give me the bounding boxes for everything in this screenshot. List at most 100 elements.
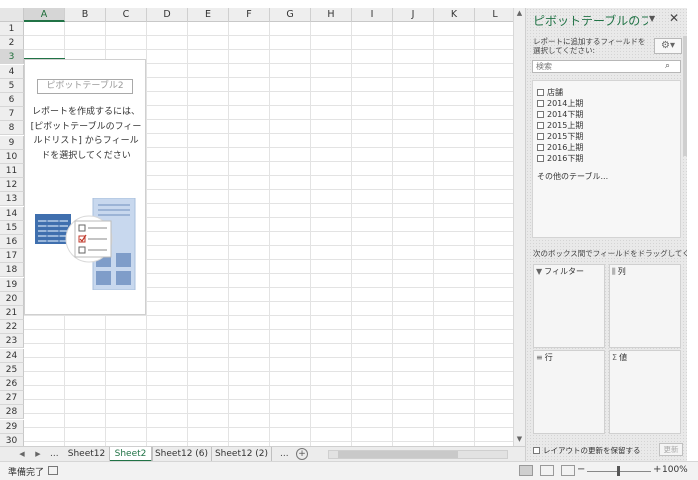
field-label: 2014下期 xyxy=(547,110,584,119)
row-header[interactable]: 20 xyxy=(0,291,24,306)
zoom-in-button[interactable]: + xyxy=(653,464,661,475)
row-header[interactable]: 8 xyxy=(0,121,24,136)
field-checkbox[interactable] xyxy=(537,122,544,129)
filter-area[interactable]: ▼ フィルター xyxy=(533,264,605,348)
add-sheet-icon[interactable]: + xyxy=(296,448,308,460)
row-header[interactable]: 7 xyxy=(0,107,24,122)
row-header[interactable]: 17 xyxy=(0,249,24,264)
row-header[interactable]: 25 xyxy=(0,362,24,377)
horizontal-scroll-thumb[interactable] xyxy=(338,451,458,458)
worksheet-grid[interactable]: ABCDEFGHIJKL 1 2 3 4 5 6 7 8 9 10 11 12 13 14 15 16 17 18… xyxy=(0,8,513,446)
horizontal-scrollbar[interactable] xyxy=(328,450,508,459)
column-header[interactable]: A xyxy=(24,8,65,22)
page-layout-view-icon[interactable] xyxy=(540,465,554,476)
field-checkbox[interactable] xyxy=(537,111,544,118)
column-header[interactable]: H xyxy=(311,8,352,22)
zoom-level[interactable]: 100% xyxy=(662,465,688,475)
row-header[interactable]: 19 xyxy=(0,277,24,292)
field-search-input[interactable]: 検索 xyxy=(532,60,681,73)
field-checkbox[interactable] xyxy=(537,144,544,151)
sheet-tab-sheet12[interactable]: Sheet12 xyxy=(64,447,110,462)
row-header[interactable]: 21 xyxy=(0,306,24,320)
column-header[interactable]: C xyxy=(106,8,147,22)
page-break-view-icon[interactable] xyxy=(561,465,575,476)
pane-title: ピボットテーブルのフィ... xyxy=(533,14,648,28)
row-header[interactable]: 5 xyxy=(0,78,24,93)
macro-record-icon[interactable] xyxy=(48,466,58,475)
values-area[interactable]: Σ値 xyxy=(609,350,681,434)
row-header[interactable]: 3 xyxy=(0,50,24,65)
pane-options-chevron-down-icon[interactable]: ▼ xyxy=(649,14,655,23)
pivot-table-placeholder[interactable]: ピボットテーブル2 レポートを作成するには、[ピボットテーブルのフィールドリスト… xyxy=(24,59,146,315)
row-header[interactable]: 26 xyxy=(0,377,24,391)
column-header[interactable]: K xyxy=(434,8,475,22)
field-item[interactable]: 2015上期 xyxy=(537,121,583,132)
column-header[interactable]: E xyxy=(188,8,229,22)
column-header[interactable]: G xyxy=(270,8,311,22)
row-header[interactable]: 27 xyxy=(0,391,24,406)
field-item[interactable]: 2016下期 xyxy=(537,154,583,165)
column-header[interactable]: D xyxy=(147,8,188,22)
row-header[interactable]: 30 xyxy=(0,433,24,446)
column-header[interactable]: L xyxy=(475,8,513,22)
field-checkbox[interactable] xyxy=(537,133,544,140)
select-all-corner[interactable] xyxy=(0,8,24,22)
row-header[interactable]: 4 xyxy=(0,64,24,79)
row-header[interactable]: 29 xyxy=(0,419,24,434)
column-header[interactable]: J xyxy=(393,8,434,22)
row-header[interactable]: 10 xyxy=(0,149,24,164)
row-header[interactable]: 15 xyxy=(0,220,24,235)
row-header[interactable]: 6 xyxy=(0,93,24,107)
update-button[interactable]: 更新 xyxy=(659,443,683,456)
sigma-icon: Σ xyxy=(612,353,618,362)
field-item[interactable]: 店舗 xyxy=(537,88,563,99)
gear-icon[interactable]: ⚙▾ xyxy=(654,38,682,54)
field-checkbox[interactable] xyxy=(537,89,544,96)
scroll-up-arrow-icon[interactable]: ▲ xyxy=(514,8,525,19)
field-item[interactable]: 2015下期 xyxy=(537,132,583,143)
sheet-tab-sheet12-6[interactable]: Sheet12 (6) xyxy=(152,447,212,462)
row-header[interactable]: 11 xyxy=(0,164,24,178)
row-header[interactable]: 12 xyxy=(0,178,24,193)
row-header[interactable]: 9 xyxy=(0,135,24,150)
column-header[interactable]: B xyxy=(65,8,106,22)
field-item[interactable]: 2014下期 xyxy=(537,110,583,121)
field-checkbox[interactable] xyxy=(537,100,544,107)
row-header[interactable]: 13 xyxy=(0,192,24,207)
row-header[interactable]: 14 xyxy=(0,206,24,221)
row-header[interactable]: 22 xyxy=(0,320,24,335)
excel-window: ABCDEFGHIJKL 1 2 3 4 5 6 7 8 9 10 11 12 13 14 15 16 17 18… xyxy=(0,0,698,480)
row-header[interactable]: 24 xyxy=(0,348,24,363)
defer-update-option[interactable]: レイアウトの更新を保留する xyxy=(533,445,641,456)
tab-more-left[interactable]: ... xyxy=(50,447,59,462)
row-header[interactable]: 18 xyxy=(0,263,24,278)
defer-update-checkbox[interactable] xyxy=(533,447,540,454)
row-header[interactable]: 2 xyxy=(0,36,24,51)
zoom-slider-thumb[interactable] xyxy=(617,466,620,476)
normal-view-icon[interactable] xyxy=(519,465,533,476)
tab-more-right[interactable]: ... xyxy=(280,447,289,462)
field-item[interactable]: 2014上期 xyxy=(537,99,583,110)
row-header[interactable]: 23 xyxy=(0,334,24,349)
close-icon[interactable]: ✕ xyxy=(669,11,679,25)
sheet-tab-sheet12-2[interactable]: Sheet12 (2) xyxy=(212,447,272,462)
column-header[interactable]: F xyxy=(229,8,270,22)
field-item[interactable]: 2016上期 xyxy=(537,143,583,154)
field-checkbox[interactable] xyxy=(537,155,544,162)
more-tables-link[interactable]: その他のテーブル... xyxy=(537,171,608,182)
tab-scroll-right-icon[interactable]: ▶ xyxy=(32,447,44,462)
zoom-out-button[interactable]: − xyxy=(577,464,585,475)
rows-area[interactable]: ≡ 行 xyxy=(533,350,605,434)
row-header[interactable]: 1 xyxy=(0,22,24,36)
rows-area-label: 行 xyxy=(544,353,553,362)
sheet-tab-sheet2[interactable]: Sheet2 xyxy=(110,447,152,462)
vertical-scrollbar[interactable]: ▲ ▼ xyxy=(513,8,525,446)
column-header[interactable]: I xyxy=(352,8,393,22)
columns-area[interactable]: ⫼ 列 xyxy=(609,264,681,348)
status-ready-text: 準備完了 xyxy=(8,468,45,478)
scroll-down-arrow-icon[interactable]: ▼ xyxy=(514,434,525,445)
row-header[interactable]: 28 xyxy=(0,405,24,420)
window-edge xyxy=(687,8,698,461)
tab-scroll-left-icon[interactable]: ◀ xyxy=(16,447,28,462)
row-header[interactable]: 16 xyxy=(0,235,24,249)
